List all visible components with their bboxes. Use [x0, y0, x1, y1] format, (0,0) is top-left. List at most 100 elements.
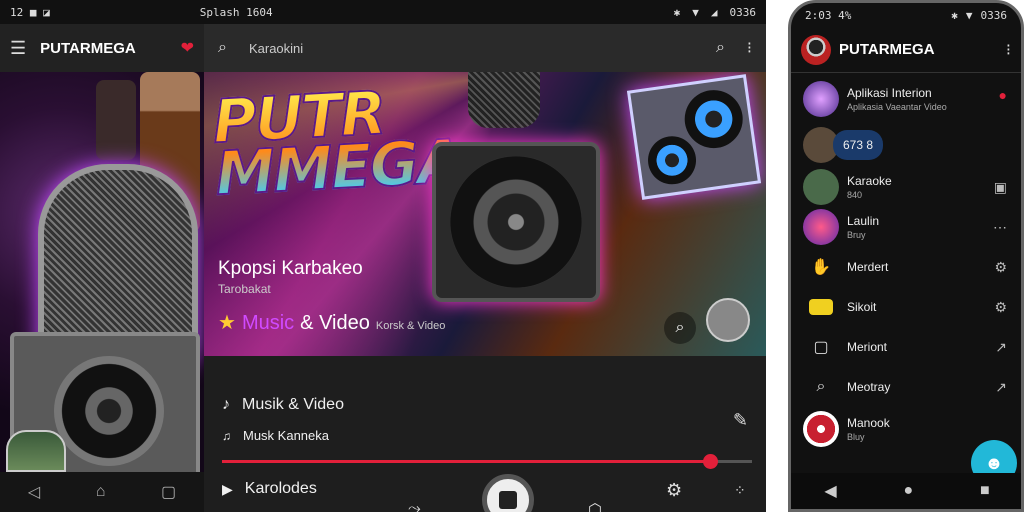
list-item[interactable]: 673 8: [791, 123, 1021, 167]
item-title: Meotray: [847, 380, 891, 394]
settings-icon[interactable]: ⚙: [994, 259, 1007, 276]
item-title: Merdert: [847, 260, 889, 274]
left-panel: ☰ PUTARMEGA ❤ ◁ ⌂ ▢: [0, 24, 204, 512]
list-item[interactable]: ▢ Meriont ↗: [791, 327, 1021, 367]
brand-logo: PUTR MMEGA: [210, 78, 464, 211]
progress-knob[interactable]: [702, 454, 718, 469]
item-subtitle: Aplikasia Vaeantar Video: [847, 102, 947, 112]
user-avatar[interactable]: [6, 430, 66, 472]
speaker-cone: [54, 356, 164, 466]
bluetooth-icon: ✱: [951, 8, 958, 22]
search-action-icon[interactable]: ⌕: [716, 39, 725, 57]
more-icon[interactable]: ⋯: [993, 219, 1007, 236]
speaker-cone: [450, 156, 582, 288]
briefcase-icon[interactable]: ▣: [994, 179, 1007, 196]
arrow-icon[interactable]: ↗: [995, 379, 1007, 396]
search-icon: ⌕: [816, 378, 826, 395]
progress-bar[interactable]: [222, 454, 752, 469]
more-icon[interactable]: ⁝: [747, 38, 752, 58]
list-item[interactable]: ⌕ Meotray ↗: [791, 367, 1021, 407]
hero-media-label: ★ Music & Video Korsk & Video: [218, 310, 445, 335]
speaker-cone: [644, 133, 700, 188]
edit-icon[interactable]: ✎: [733, 410, 748, 431]
list-item[interactable]: ♪ Musik & Video: [222, 396, 344, 414]
hero-title: Kpopsi Karbakeo: [218, 258, 363, 279]
status-left: 12 ■ ◪: [10, 5, 50, 19]
item-thumb-icon: [803, 209, 839, 245]
phone-header: PUTARMEGA ⁝: [791, 27, 1021, 73]
left-panel-header: ☰ PUTARMEGA ❤: [0, 24, 204, 72]
hero-banner[interactable]: PUTR MMEGA Kpopsi Karbakeo Tarobakat ★ M…: [204, 72, 766, 356]
status-time: 0336: [729, 5, 757, 19]
overflow-menu-icon[interactable]: ⁝: [1006, 40, 1011, 60]
main-panel: ⌕ Karaokini ⌕ ⁝ PUTR MMEGA Kpopsi Karbak…: [204, 24, 766, 512]
chat-badge-icon[interactable]: ❤: [181, 38, 194, 58]
lyrics-icon: ♫: [222, 428, 231, 443]
item-title: Manook: [847, 416, 890, 430]
phone-status-time: 0336: [980, 8, 1008, 22]
star-icon: ★: [218, 312, 236, 334]
hero-subtitle: Tarobakat: [218, 282, 271, 296]
list-item[interactable]: Sikoit ⚙: [791, 287, 1021, 327]
hand-icon: ✋: [811, 259, 831, 276]
settings-icon[interactable]: ⚙: [994, 299, 1007, 316]
logo-line-2: MMEGA: [213, 126, 464, 211]
list-item[interactable]: ♫ Musk Kanneka: [222, 428, 329, 443]
tablet-screen: 12 ■ ◪ Splash 1604 ✱ ▼ ◢ 0336 ☰ PUTARMEG…: [0, 0, 766, 512]
play-button[interactable]: [482, 474, 534, 512]
app-avatar-icon: [801, 34, 831, 65]
recents-icon[interactable]: ▢: [161, 482, 176, 502]
progress-fill: [222, 460, 710, 463]
back-icon[interactable]: ◁: [28, 482, 40, 502]
item-thumb-icon: [803, 81, 839, 117]
phone-list: Aplikasi Interion Aplikasia Vaeantar Vide…: [791, 75, 1021, 451]
wifi-icon: ▼: [692, 5, 699, 19]
mic-thumbnail-icon[interactable]: [706, 298, 750, 342]
box-icon: ▢: [813, 339, 829, 356]
item-title: 673 8: [843, 138, 874, 152]
media-label-music: Music: [241, 312, 295, 334]
zoom-icon[interactable]: ⌕: [664, 312, 696, 344]
list-item[interactable]: Karaoke 840 ▣: [791, 167, 1021, 207]
cube-icon[interactable]: ⬡: [588, 500, 602, 512]
menu-icon[interactable]: ☰: [10, 38, 26, 59]
settings-icon[interactable]: ⚙: [666, 480, 682, 501]
share-icon[interactable]: ⤳: [408, 500, 421, 512]
list-item[interactable]: Aplikasi Interion Aplikasia Vaeantar Vide…: [791, 75, 1021, 123]
music-note-icon: ♪: [222, 396, 230, 413]
left-artwork: [0, 72, 204, 472]
phone-app-title: PUTARMEGA: [839, 41, 935, 58]
home-icon[interactable]: ●: [903, 482, 913, 500]
stop-icon: [499, 491, 517, 509]
chat-badge-icon[interactable]: ●: [999, 87, 1007, 103]
app-title: PUTARMEGA: [40, 39, 136, 57]
person-icon: ☻: [984, 452, 1004, 473]
row-title-2: Karolodes: [244, 480, 317, 497]
search-input[interactable]: Karaokini: [249, 41, 303, 56]
item-subtitle: Bluy: [847, 432, 865, 442]
back-icon[interactable]: ◀: [824, 481, 836, 501]
media-label-video: & Video: [300, 312, 370, 334]
wifi-icon: ▼: [965, 8, 973, 22]
status-center: Splash 1604: [199, 5, 273, 19]
list-item[interactable]: ✋ Merdert ⚙: [791, 247, 1021, 287]
grid-icon[interactable]: ⁘: [734, 482, 746, 499]
item-title: Laulin: [847, 214, 880, 228]
item-thumb-icon: [803, 169, 839, 205]
phone-status-bar: 2:03 4% ✱ ▼ 0336: [791, 3, 1021, 27]
arrow-icon[interactable]: ↗: [995, 339, 1007, 356]
search-bar: ⌕ Karaokini ⌕ ⁝: [204, 24, 766, 72]
phone-status-left: 2:03 4%: [805, 8, 852, 22]
row-subtitle: Musk Kanneka: [243, 428, 329, 443]
item-title: Meriont: [847, 340, 888, 354]
list-item[interactable]: Laulin Bruy ⋯: [791, 207, 1021, 247]
media-label-small: Korsk & Video: [375, 320, 446, 332]
home-icon[interactable]: ⌂: [96, 483, 106, 501]
list-item[interactable]: ▶ Karolodes: [222, 480, 317, 498]
tablet-status-bar: 12 ■ ◪ Splash 1604 ✱ ▼ ◢ 0336: [0, 0, 766, 24]
row-title: Musik & Video: [242, 396, 344, 413]
chat-icon: [809, 299, 833, 315]
search-icon[interactable]: ⌕: [218, 39, 227, 57]
item-pill: 673 8: [833, 130, 884, 160]
recents-icon[interactable]: ■: [980, 482, 990, 500]
